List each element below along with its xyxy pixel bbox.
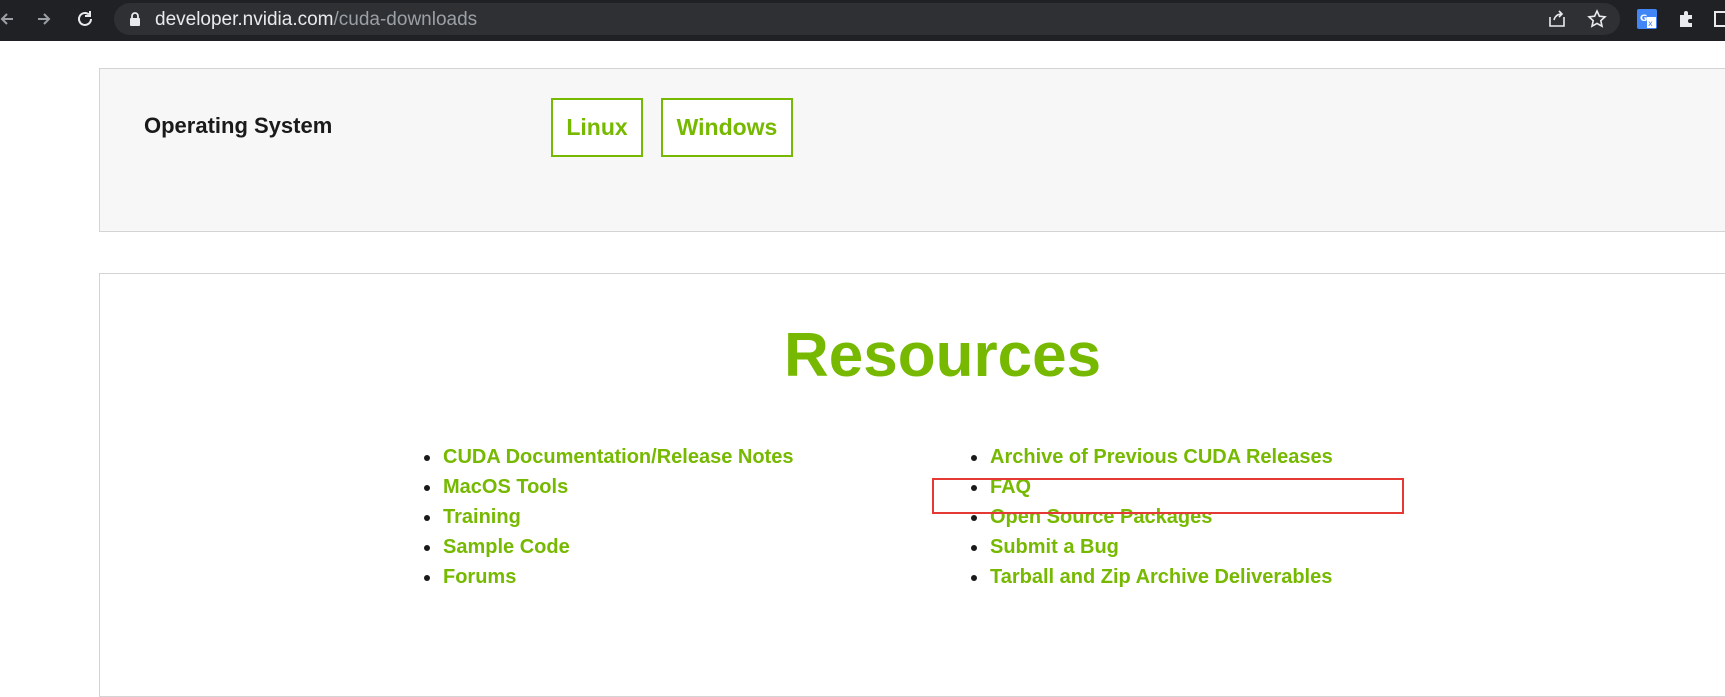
translate-icon[interactable]: Gx	[1636, 8, 1658, 30]
bullet	[424, 575, 430, 581]
list-item: Forums	[424, 562, 793, 592]
extensions-puzzle-icon[interactable]	[1676, 8, 1698, 30]
windows-button[interactable]: Windows	[661, 98, 793, 157]
svg-text:x: x	[1648, 19, 1653, 28]
list-item: CUDA Documentation/Release Notes	[424, 442, 793, 472]
training-link[interactable]: Training	[443, 506, 521, 528]
page-content: Operating System Linux Windows Resources…	[0, 41, 1725, 697]
url-host: developer.nvidia.com	[155, 9, 334, 30]
list-item: Sample Code	[424, 532, 793, 562]
svg-text:G: G	[1640, 14, 1647, 24]
url-text: developer.nvidia.com/cuda-downloads	[155, 9, 477, 31]
resources-left-list: CUDA Documentation/Release Notes MacOS T…	[424, 442, 793, 592]
resources-panel: Resources CUDA Documentation/Release Not…	[99, 273, 1725, 697]
url-path: /cuda-downloads	[333, 9, 478, 30]
list-item: Archive of Previous CUDA Releases	[971, 442, 1333, 472]
resources-right-list: Archive of Previous CUDA Releases FAQ Op…	[971, 442, 1333, 592]
list-item: Tarball and Zip Archive Deliverables	[971, 562, 1333, 592]
address-bar[interactable]: developer.nvidia.com/cuda-downloads	[114, 3, 1620, 35]
cuda-documentation-link[interactable]: CUDA Documentation/Release Notes	[443, 446, 793, 468]
sample-code-link[interactable]: Sample Code	[443, 536, 570, 558]
faq-link[interactable]: FAQ	[990, 476, 1031, 498]
bullet	[971, 575, 977, 581]
resources-title: Resources	[784, 321, 1102, 390]
browser-toolbar: developer.nvidia.com/cuda-downloads Gx	[0, 0, 1725, 41]
bullet	[424, 455, 430, 461]
forums-link[interactable]: Forums	[443, 566, 516, 588]
list-item: Submit a Bug	[971, 532, 1333, 562]
operating-system-panel: Operating System Linux Windows	[99, 68, 1725, 232]
star-icon[interactable]	[1586, 8, 1608, 30]
macos-tools-link[interactable]: MacOS Tools	[443, 476, 568, 498]
linux-button[interactable]: Linux	[551, 98, 643, 157]
list-item: FAQ	[971, 472, 1333, 502]
lock-icon[interactable]	[129, 12, 141, 32]
list-item: Training	[424, 502, 793, 532]
list-item: MacOS Tools	[424, 472, 793, 502]
list-item: Open Source Packages	[971, 502, 1333, 532]
sidebar-icon[interactable]	[1710, 8, 1725, 30]
forward-arrow-icon[interactable]	[33, 8, 55, 30]
submit-a-bug-link[interactable]: Submit a Bug	[990, 536, 1119, 558]
back-arrow-icon[interactable]	[0, 8, 18, 30]
bullet	[971, 545, 977, 551]
bullet	[971, 515, 977, 521]
bullet	[424, 545, 430, 551]
bullet	[971, 455, 977, 461]
archive-previous-releases-link[interactable]: Archive of Previous CUDA Releases	[990, 446, 1333, 468]
open-source-packages-link[interactable]: Open Source Packages	[990, 506, 1212, 528]
share-icon[interactable]	[1546, 8, 1568, 30]
operating-system-label: Operating System	[144, 113, 333, 138]
tarball-zip-deliverables-link[interactable]: Tarball and Zip Archive Deliverables	[990, 566, 1332, 588]
bullet	[424, 485, 430, 491]
bullet	[971, 485, 977, 491]
reload-icon[interactable]	[74, 8, 96, 30]
bullet	[424, 515, 430, 521]
